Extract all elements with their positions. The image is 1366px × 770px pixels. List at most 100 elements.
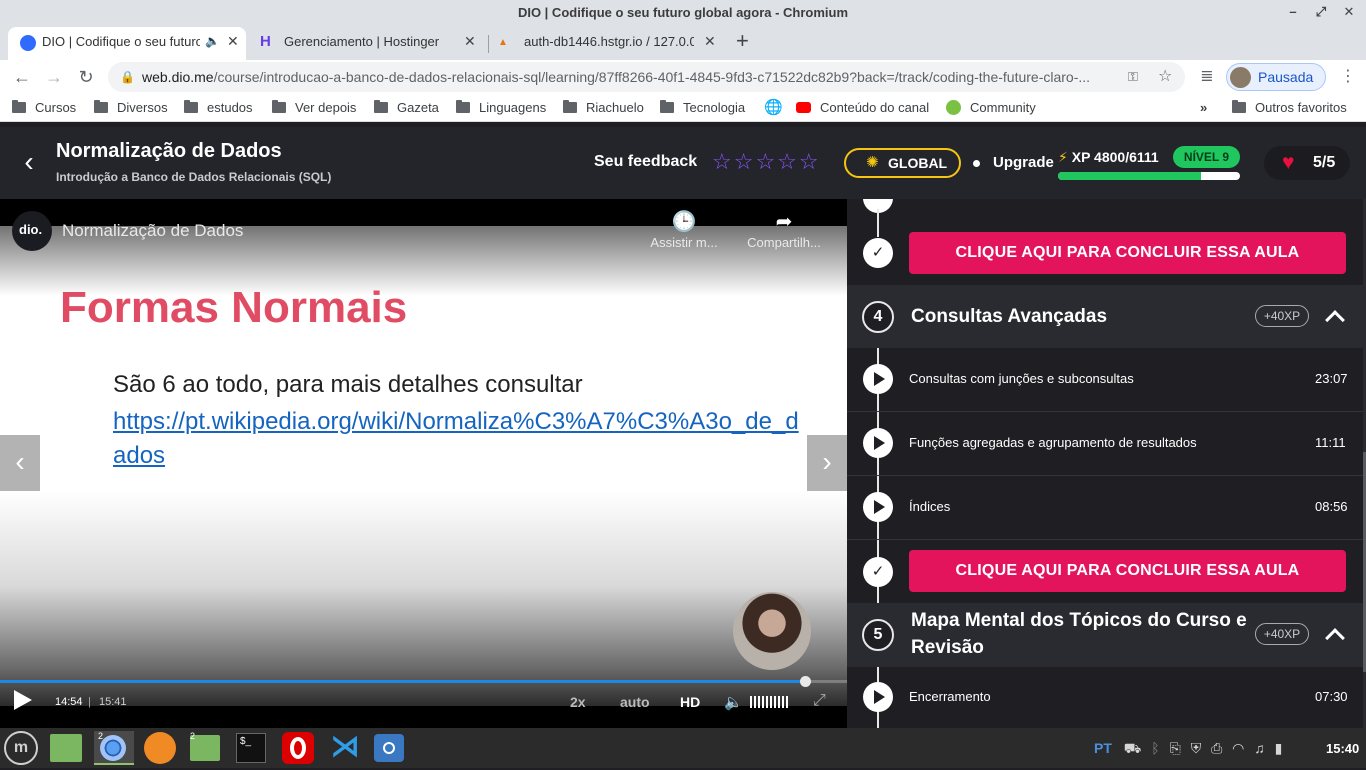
next-slide-icon[interactable]: › [807,435,847,491]
clipboard-icon[interactable]: ⎘ [1170,740,1181,756]
quality-button[interactable]: auto [620,694,650,710]
share-button[interactable]: ➦ Compartilh... [744,209,824,250]
bookmarks-overflow-icon[interactable]: » [1200,94,1207,122]
minimize-icon[interactable]: – [1278,0,1308,25]
volume-icon[interactable]: 🔈 [724,693,743,711]
channel-avatar[interactable]: dio. [12,211,52,251]
tab-close-icon[interactable]: ✕ [464,27,476,56]
feedback-stars[interactable]: ☆☆☆☆☆ [712,149,821,175]
drive-icon[interactable]: ⛟ [1124,740,1142,756]
dio-favicon-icon [20,35,36,51]
tab-hostinger[interactable]: H Gerenciamento | Hostinger ✕ [250,27,486,60]
bookmark-community[interactable]: Community [946,94,1036,122]
clock[interactable]: 15:40 [1326,728,1359,770]
video-player[interactable]: Formas Normais São 6 ao todo, para mais … [0,199,847,728]
play-lesson-icon[interactable] [863,428,893,458]
menu-kebab-icon[interactable]: ⋮ [1334,63,1362,91]
tab-phpmyadmin[interactable]: ▲ auth-db1446.hstgr.io / 127.0.0.1 ✕ [490,27,726,60]
opera-icon[interactable] [282,732,314,764]
bookmark-label: estudos [207,100,253,115]
new-tab-icon[interactable]: + [736,27,760,60]
bookmark-folder-tecnologia[interactable]: Tecnologia [660,94,745,122]
xp-progress-fill [1058,172,1201,180]
lesson-item[interactable]: Funções agregadas e agrupamento de resul… [847,412,1363,476]
bookmark-star-icon[interactable]: ☆ [1158,62,1172,92]
watch-later-button[interactable]: 🕒 Assistir m... [644,209,724,250]
browser-toolbar: ← → ↻ 🔒 web.dio.me/course/introducao-a-b… [0,60,1366,94]
module-header[interactable]: 4 Consultas Avançadas +40XP [847,285,1363,348]
play-lesson-icon[interactable] [863,682,893,712]
os-taskbar: m 2 2 $_ ⋊ PT ⛟ ᛒ ⎘ ⛨ ⎙ ◠ ♫ ▮ 15:40 [0,728,1366,768]
back-icon[interactable]: ← [8,63,36,91]
key-icon[interactable]: ⚿ [1128,62,1138,92]
shield-icon[interactable]: ⛨ [1191,740,1202,756]
forward-icon[interactable]: → [40,63,68,91]
tab-close-icon[interactable]: ✕ [227,27,239,56]
mint-menu-icon[interactable]: m [4,731,38,765]
media-queue-icon[interactable]: ≣ [1193,63,1221,91]
video-progress-bar[interactable] [0,676,847,687]
bookmark-label: Riachuelo [586,100,644,115]
bookmark-globe-icon[interactable]: 🌐 [764,94,783,122]
separator-dot [973,160,980,167]
window-titlebar: DIO | Codifique o seu futuro global agor… [0,0,1366,25]
terminal-icon[interactable]: $_ [236,733,266,763]
speed-button[interactable]: 2x [570,694,586,710]
bookmark-label: Gazeta [397,100,439,115]
reload-icon[interactable]: ↻ [72,63,100,91]
lesson-title: Consultas com junções e subconsultas [909,371,1134,386]
sound-icon[interactable]: ♫ [1254,740,1265,756]
chevron-up-icon[interactable] [1323,305,1347,329]
chromium-taskbar-icon[interactable]: 2 [94,731,134,765]
lock-icon: 🔒 [120,70,135,84]
previous-slide-icon[interactable]: ‹ [0,435,40,491]
bookmark-folder-ver-depois[interactable]: Ver depois [272,94,356,122]
conclude-lesson-button[interactable]: CLIQUE AQUI PARA CONCLUIR ESSA AULA [909,550,1346,592]
play-lesson-icon[interactable] [863,492,893,522]
close-window-icon[interactable]: ✕ [1334,0,1364,25]
play-lesson-icon[interactable] [863,364,893,394]
xp-label: XP 4800/6111 [1071,149,1159,165]
back-arrow-icon[interactable]: ‹ [16,147,42,179]
bookmark-folder-riachuelo[interactable]: Riachuelo [563,94,644,122]
bookmark-folder-diversos[interactable]: Diversos [94,94,168,122]
lesson-item[interactable]: Consultas com junções e subconsultas 23:… [847,348,1363,412]
battery-icon[interactable]: ▮ [1275,740,1283,756]
profile-button[interactable]: Pausada [1226,63,1326,91]
chevron-up-icon[interactable] [1323,623,1347,647]
printer-icon[interactable]: ⎙ [1211,740,1222,756]
files-group-icon[interactable]: 2 [188,731,222,765]
lesson-item[interactable]: Índices 08:56 [847,476,1363,540]
bookmark-folder-estudos[interactable]: estudos [184,94,253,122]
module-number: 4 [862,301,894,333]
bookmark-conteudo-do-canal[interactable]: Conteúdo do canal [796,94,929,122]
global-button[interactable]: ✺ GLOBAL [844,148,961,178]
play-icon[interactable] [14,690,32,710]
fullscreen-icon[interactable]: ⤢ [813,692,826,710]
lesson-title: Funções agregadas e agrupamento de resul… [909,435,1197,450]
address-bar[interactable]: 🔒 web.dio.me/course/introducao-a-banco-d… [108,62,1185,92]
vscode-icon[interactable]: ⋊ [328,731,362,765]
video-title[interactable]: Normalização de Dados [62,221,243,241]
tab-title: auth-db1446.hstgr.io / 127.0.0.1 [524,34,694,49]
bookmark-folder-cursos[interactable]: Cursos [12,94,76,122]
module-header[interactable]: 5 Mapa Mental dos Tópicos do Curso e Rev… [847,603,1363,667]
tab-dio[interactable]: DIO | Codifique o seu futuro global agor… [8,27,246,60]
bookmark-folder-outros-favoritos[interactable]: Outros favoritos [1232,94,1347,122]
speaker-icon[interactable]: 🔈 [205,27,220,56]
lesson-item[interactable]: Encerramento 07:30 [847,665,1363,728]
screenshot-icon[interactable] [374,734,404,762]
wifi-icon[interactable]: ◠ [1232,740,1244,756]
bookmark-folder-linguagens[interactable]: Linguagens [456,94,546,122]
firefox-icon[interactable] [144,732,176,764]
keyboard-layout-indicator[interactable]: PT [1094,740,1112,756]
bluetooth-icon[interactable]: ᛒ [1151,740,1159,756]
restore-icon[interactable]: ⤢ [1306,0,1336,25]
conclude-lesson-button[interactable]: CLIQUE AQUI PARA CONCLUIR ESSA AULA [909,232,1346,274]
upgrade-link[interactable]: Upgrade [993,154,1054,171]
bookmark-folder-gazeta[interactable]: Gazeta [374,94,439,122]
volume-slider[interactable] [750,696,790,708]
files-icon[interactable] [50,734,82,762]
tab-close-icon[interactable]: ✕ [704,27,716,56]
hd-button[interactable]: HD [680,694,700,710]
